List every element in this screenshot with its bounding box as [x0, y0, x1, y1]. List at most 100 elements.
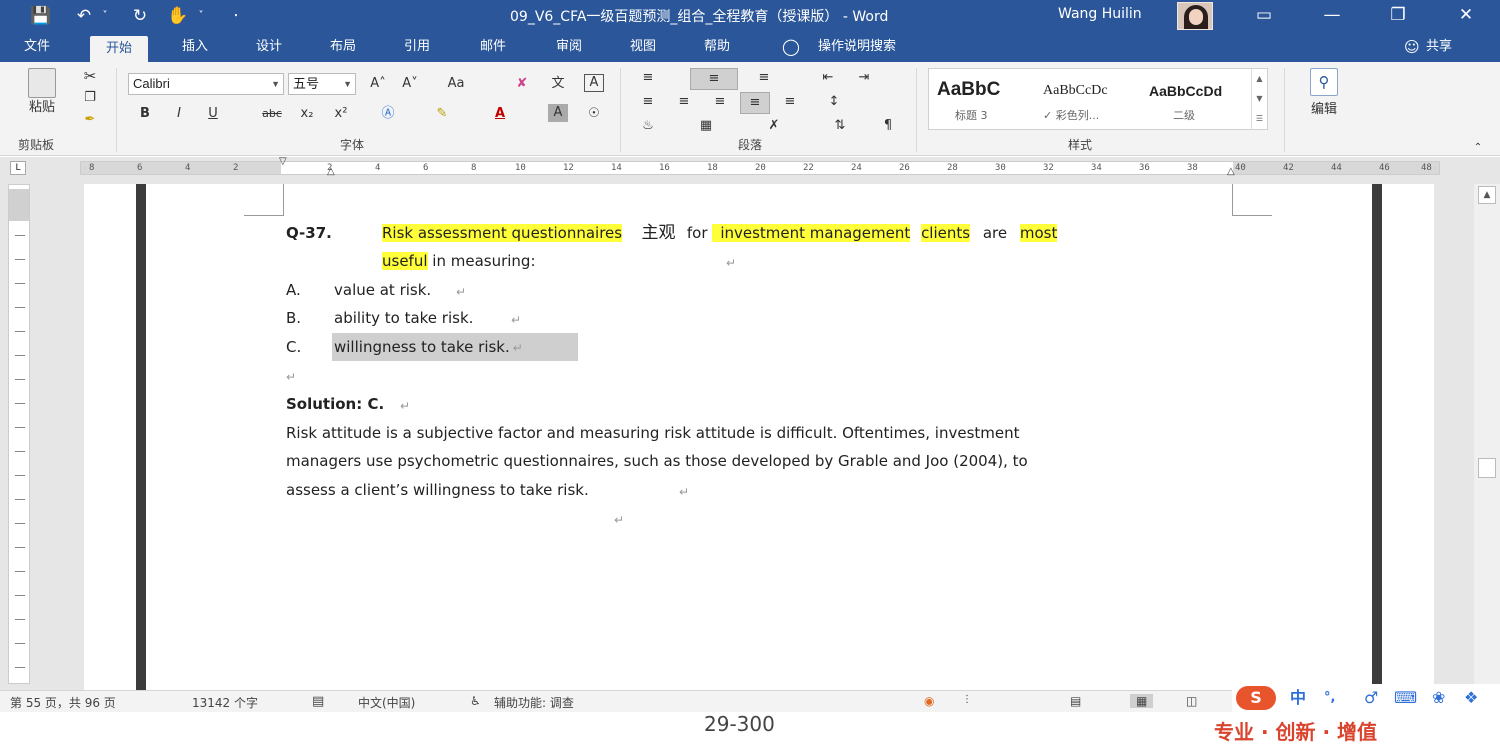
align-right-icon[interactable]: ≡ — [708, 92, 732, 112]
align-left-icon[interactable]: ≡ — [636, 92, 660, 112]
toolbox-icon[interactable]: ❖ — [1464, 686, 1478, 710]
font-size-select[interactable]: 五号 ▼ — [288, 73, 356, 95]
user-name[interactable]: Wang Huilin — [1058, 6, 1142, 22]
customize-toolbar-icon[interactable]: ⋅ — [226, 4, 246, 28]
right-indent-marker[interactable]: △ — [1227, 166, 1235, 177]
copy-icon[interactable]: ❐ — [80, 88, 100, 108]
sogou-logo-icon[interactable]: S — [1236, 686, 1276, 710]
enclose-characters-icon[interactable]: ☉ — [584, 104, 604, 124]
strikethrough-button[interactable]: abc — [256, 104, 288, 124]
ribbon-display-options-icon[interactable]: ▭ — [1244, 2, 1284, 28]
clear-formatting-icon[interactable]: ✘ — [512, 74, 532, 94]
cut-icon[interactable]: ✂ — [80, 66, 100, 86]
subscript-button[interactable]: x₂ — [296, 104, 318, 124]
align-center-icon[interactable]: ≡ — [672, 92, 696, 112]
font-name-select[interactable]: Calibri ▼ — [128, 73, 284, 95]
sort-icon[interactable]: ⇅ — [828, 116, 852, 136]
undo-icon[interactable]: ↶ — [70, 4, 98, 28]
microphone-icon[interactable]: ♂ — [1364, 686, 1378, 710]
text-effects-icon[interactable]: Ⓐ — [378, 104, 398, 124]
first-line-indent-marker[interactable]: ▽ — [279, 156, 287, 167]
chinese-mode-icon[interactable]: 中 — [1290, 686, 1306, 710]
line-spacing-icon[interactable]: ↕ — [822, 92, 846, 112]
hanging-indent-marker[interactable]: △ — [327, 166, 335, 177]
share-button[interactable]: 共享 — [1426, 32, 1452, 62]
vertical-ruler[interactable] — [8, 184, 30, 684]
collapse-ribbon-icon[interactable]: ⌃ — [1470, 138, 1486, 158]
horizontal-ruler[interactable]: L 8 6 4 2 2 4 6 8 10 12 14 16 18 20 22 2… — [0, 156, 1500, 179]
word-count[interactable]: 13142 个字 — [192, 694, 258, 711]
tab-file[interactable]: 文件 — [24, 32, 50, 62]
ime-status-icon[interactable]: ◉ — [924, 694, 934, 708]
keyboard-icon[interactable]: ⌨ — [1394, 686, 1417, 710]
tell-me-search[interactable]: 操作说明搜索 — [818, 32, 896, 62]
title-bar: 💾 ↶ ˅ ↻ ✋ ˅ ⋅ 09_V6_CFA一级百题预测_组合_全程教育（授课… — [0, 0, 1500, 32]
multilevel-list-icon[interactable]: ≡ — [752, 68, 776, 88]
phonetic-guide-icon[interactable]: 文 — [548, 74, 568, 94]
styles-scroll-icon[interactable]: ▲ ▼ ☰ — [1251, 69, 1267, 129]
font-color-icon[interactable]: A — [488, 104, 512, 124]
tab-mailings[interactable]: 邮件 — [480, 32, 506, 62]
language-status[interactable]: 中文(中国) — [358, 694, 415, 711]
proofing-icon[interactable]: ▤ — [312, 694, 324, 709]
shading-icon[interactable]: ♨ — [636, 116, 660, 136]
tab-home[interactable]: 开始 — [90, 36, 149, 62]
change-case-icon[interactable]: Aa — [442, 74, 470, 94]
chinese-layout-icon[interactable]: ✗ — [762, 116, 786, 136]
save-icon[interactable]: 💾 — [26, 4, 56, 28]
touch-dropdown-icon[interactable]: ˅ — [194, 4, 208, 28]
bold-button[interactable]: B — [136, 104, 154, 124]
tab-review[interactable]: 审阅 — [556, 32, 582, 62]
web-layout-icon[interactable]: ◫ — [1186, 694, 1197, 708]
close-icon[interactable]: ✕ — [1446, 2, 1486, 28]
tab-help[interactable]: 帮助 — [704, 32, 730, 62]
tab-insert[interactable]: 插入 — [182, 32, 208, 62]
restore-icon[interactable]: ❐ — [1378, 2, 1418, 28]
tab-view[interactable]: 视图 — [630, 32, 656, 62]
highlight-color-icon[interactable]: ✎ — [430, 104, 454, 124]
page-count[interactable]: 第 55 页，共 96 页 — [10, 694, 116, 711]
grow-font-icon[interactable]: A˄ — [368, 74, 388, 94]
tab-design[interactable]: 设计 — [256, 32, 282, 62]
minimize-icon[interactable]: — — [1312, 2, 1352, 28]
selected-answer-text[interactable]: willingness to take risk. ↵ — [332, 333, 578, 361]
decrease-indent-icon[interactable]: ⇤ — [816, 68, 840, 88]
editing-button[interactable]: ⚲ 编辑 — [1300, 68, 1348, 130]
character-shading-icon[interactable]: A — [548, 104, 568, 122]
print-layout-icon[interactable]: ▦ — [1130, 694, 1154, 708]
redo-icon[interactable]: ↻ — [126, 4, 154, 28]
bullets-icon[interactable]: ≡ — [636, 68, 660, 88]
scroll-thumb[interactable] — [1478, 458, 1496, 478]
tab-selector[interactable]: L — [10, 161, 26, 175]
read-mode-icon[interactable]: ▤ — [1070, 694, 1081, 708]
undo-dropdown-icon[interactable]: ˅ — [98, 4, 112, 28]
borders-icon[interactable]: ▦ — [694, 116, 718, 136]
touch-mode-icon[interactable]: ✋ — [164, 4, 192, 28]
tab-references[interactable]: 引用 — [404, 32, 430, 62]
lightbulb-icon[interactable]: ◯ — [782, 32, 800, 62]
character-border-icon[interactable]: A — [584, 74, 604, 92]
question-segment: Risk assessment questionnaires — [382, 224, 623, 242]
paste-button[interactable]: 粘贴 — [20, 68, 64, 128]
underline-button[interactable]: U — [204, 104, 222, 124]
increase-indent-icon[interactable]: ⇥ — [852, 68, 876, 88]
accessibility-icon[interactable]: ♿ — [470, 694, 481, 708]
skin-icon[interactable]: ❀ — [1432, 686, 1445, 710]
distributed-icon[interactable]: ≡ — [778, 92, 802, 112]
justify-icon[interactable]: ≡ — [740, 92, 770, 114]
format-painter-icon[interactable]: ✒ — [80, 110, 100, 130]
punctuation-icon[interactable]: °, — [1324, 686, 1335, 710]
scroll-up-icon[interactable]: ▲ — [1478, 186, 1496, 204]
accessibility-status[interactable]: 辅助功能: 调查 — [494, 694, 574, 711]
vertical-scrollbar[interactable]: ▲ — [1474, 184, 1500, 690]
shrink-font-icon[interactable]: A˅ — [400, 74, 420, 94]
document-title: 09_V6_CFA一级百题预测_组合_全程教育（授课版） - Word — [510, 9, 889, 25]
ime-menu-icon[interactable]: ⋮ — [962, 694, 972, 705]
avatar[interactable] — [1177, 2, 1213, 30]
tab-layout[interactable]: 布局 — [330, 32, 356, 62]
show-marks-icon[interactable]: ¶ — [876, 116, 900, 136]
numbering-icon[interactable]: ≡ — [690, 68, 738, 90]
superscript-button[interactable]: x² — [330, 104, 352, 124]
italic-button[interactable]: I — [170, 104, 188, 124]
share-icon[interactable]: ☺ — [1404, 32, 1420, 62]
